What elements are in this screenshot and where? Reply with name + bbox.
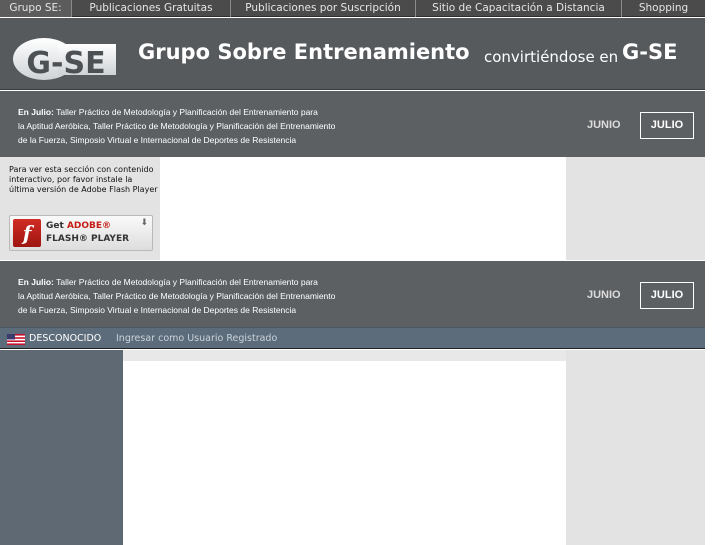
- gse-logo[interactable]: G-SE: [10, 37, 118, 81]
- news-strip-bottom: En Julio: Taller Práctico de Metodología…: [0, 261, 705, 327]
- main-content: [123, 361, 559, 545]
- download-arrow-icon: ⬇: [140, 218, 148, 228]
- tab-shopping[interactable]: Shopping: [622, 0, 705, 17]
- julio-button[interactable]: JULIO: [640, 282, 694, 309]
- julio-button[interactable]: JULIO: [640, 112, 694, 139]
- user-status: DESCONOCIDO: [29, 333, 102, 344]
- tab-capacitacion-distancia[interactable]: Sitio de Capacitación a Distancia: [416, 0, 622, 17]
- login-link[interactable]: Ingresar como Usuario Registrado: [116, 333, 277, 344]
- junio-button[interactable]: JUNIO: [587, 119, 621, 131]
- page-margin: [705, 0, 727, 545]
- junio-button[interactable]: JUNIO: [587, 289, 621, 301]
- news-text: En Julio: Taller Práctico de Metodología…: [18, 107, 336, 145]
- get-flash-player-button[interactable]: f Get ADOBE® FLASH® PLAYER ⬇: [9, 215, 153, 251]
- top-nav: Grupo SE: Publicaciones Gratuitas Public…: [0, 0, 705, 17]
- user-bar: DESCONOCIDO Ingresar como Usuario Regist…: [0, 327, 705, 349]
- right-panel-top: [566, 157, 705, 260]
- us-flag-icon: [7, 334, 25, 345]
- tab-grupo-se[interactable]: Grupo SE:: [0, 0, 72, 17]
- tab-publicaciones-suscripcion[interactable]: Publicaciones por Suscripción: [231, 0, 416, 17]
- left-sidebar: [0, 350, 123, 545]
- right-sidebar: [566, 350, 705, 545]
- flash-message: Para ver esta sección con contenido inte…: [9, 165, 158, 194]
- flash-player-icon: f: [13, 219, 41, 247]
- tab-publicaciones-gratuitas[interactable]: Publicaciones Gratuitas: [72, 0, 231, 17]
- header-banner: G-SE Grupo Sobre Entrenamiento convirtié…: [0, 18, 705, 90]
- news-text: En Julio: Taller Práctico de Metodología…: [18, 277, 336, 315]
- svg-text:G-SE: G-SE: [26, 46, 105, 81]
- news-strip-top: En Julio: Taller Práctico de Metodología…: [0, 91, 705, 157]
- site-subtitle: convirtiéndose en: [484, 48, 619, 66]
- site-title: Grupo Sobre Entrenamiento: [138, 40, 470, 64]
- site-brand: G-SE: [622, 40, 678, 64]
- content-top-bar: [123, 350, 566, 361]
